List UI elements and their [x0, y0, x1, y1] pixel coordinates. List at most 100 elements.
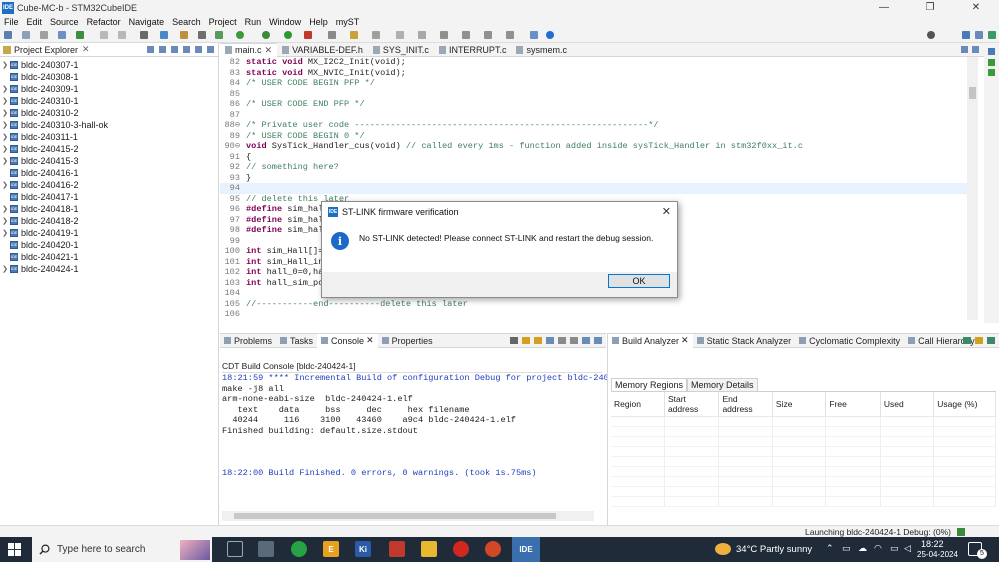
- project-tree-item[interactable]: bldc-240421-1: [0, 251, 218, 263]
- menu-item-window[interactable]: Window: [265, 17, 305, 27]
- code-line[interactable]: 88⊖/* Private user code ----------------…: [220, 120, 968, 131]
- maximize-button[interactable]: ❐: [907, 0, 953, 15]
- tab-console[interactable]: Console ✕: [317, 333, 378, 348]
- outline-icon[interactable]: [988, 59, 995, 66]
- expand-arrow-icon[interactable]: ❯: [0, 205, 10, 213]
- copy-icon[interactable]: [558, 337, 566, 344]
- subtab-memory-regions[interactable]: Memory Regions: [611, 378, 688, 391]
- expand-arrow-icon[interactable]: ❯: [0, 61, 10, 69]
- wifi-icon[interactable]: ◠: [874, 543, 882, 554]
- chevron-up-icon[interactable]: ⌃: [826, 543, 834, 554]
- sync-icon[interactable]: [975, 337, 983, 344]
- run-icon[interactable]: [262, 31, 270, 39]
- code-line[interactable]: 93}: [220, 173, 968, 184]
- ok-button[interactable]: OK: [608, 274, 670, 288]
- settings-icon[interactable]: [198, 31, 206, 39]
- menu-item-file[interactable]: File: [0, 17, 23, 27]
- info-icon[interactable]: [546, 31, 554, 39]
- code-line[interactable]: 86/* USER CODE END PFP */: [220, 99, 968, 110]
- whatsapp-app-icon[interactable]: [291, 541, 307, 557]
- expand-arrow-icon[interactable]: ❯: [0, 181, 10, 189]
- project-tree-item[interactable]: bldc-240417-1: [0, 191, 218, 203]
- expand-arrow-icon[interactable]: ❯: [0, 229, 10, 237]
- stm32cubeide-app-icon[interactable]: IDE: [512, 537, 540, 562]
- project-tree-item[interactable]: bldc-240308-1: [0, 71, 218, 83]
- project-tree-item[interactable]: ❯ bldc-240415-3: [0, 155, 218, 167]
- tab-close-icon[interactable]: ✕: [366, 335, 374, 346]
- column-header[interactable]: Size: [772, 392, 827, 417]
- project-tree-item[interactable]: ❯ bldc-240310-1: [0, 95, 218, 107]
- menu-item-project[interactable]: Project: [205, 17, 241, 27]
- terminal-icon[interactable]: [160, 31, 168, 39]
- task-view-icon[interactable]: [227, 541, 243, 557]
- scroll-thumb[interactable]: [234, 513, 556, 519]
- menu-item-search[interactable]: Search: [168, 17, 205, 27]
- project-tree-item[interactable]: ❯ bldc-240419-1: [0, 227, 218, 239]
- column-header[interactable]: Region: [611, 392, 665, 417]
- subtab-memory-details[interactable]: Memory Details: [687, 378, 758, 391]
- clock-time[interactable]: 18:22: [921, 539, 944, 549]
- tab-close-icon[interactable]: ✕: [681, 335, 689, 346]
- code-line[interactable]: 87: [220, 110, 968, 121]
- menu-item-edit[interactable]: Edit: [23, 17, 47, 27]
- column-header[interactable]: Free: [825, 392, 881, 417]
- link-editor-icon[interactable]: [159, 46, 166, 53]
- menu-item-navigate[interactable]: Navigate: [125, 17, 169, 27]
- menu-item-source[interactable]: Source: [46, 17, 83, 27]
- close-button[interactable]: ✕: [953, 0, 999, 15]
- expand-arrow-icon[interactable]: ❯: [0, 97, 10, 105]
- code-line[interactable]: 91{: [220, 152, 968, 163]
- expand-arrow-icon[interactable]: ❯: [0, 133, 10, 141]
- save-all-icon[interactable]: [40, 31, 48, 39]
- console-horizontal-scrollbar[interactable]: [222, 511, 594, 521]
- expand-arrow-icon[interactable]: ❯: [0, 265, 10, 273]
- minimize-view-icon[interactable]: [195, 46, 202, 53]
- project-tree-item[interactable]: bldc-240416-1: [0, 167, 218, 179]
- manage-config-icon[interactable]: [58, 31, 66, 39]
- menu-item-refactor[interactable]: Refactor: [83, 17, 125, 27]
- project-tree-item[interactable]: ❯ bldc-240310-3-hall-ok: [0, 119, 218, 131]
- code-line[interactable]: 90⊖ void SysTick_Handler_cus(void) // cal…: [220, 141, 968, 152]
- project-tree-item[interactable]: bldc-240420-1: [0, 239, 218, 251]
- cpp-perspective-icon[interactable]: [962, 31, 970, 39]
- column-header[interactable]: End address: [718, 392, 773, 417]
- editor-tab[interactable]: VARIABLE-DEF.h: [277, 43, 368, 57]
- menu-item-myst[interactable]: myST: [332, 17, 364, 27]
- code-line[interactable]: 85: [220, 89, 968, 100]
- powerpoint-app-icon[interactable]: [485, 541, 501, 557]
- save-icon[interactable]: [22, 31, 30, 39]
- new-icon[interactable]: [4, 31, 12, 39]
- project-tree-item[interactable]: ❯ bldc-240307-1: [0, 59, 218, 71]
- expand-arrow-icon[interactable]: ❯: [0, 157, 10, 165]
- expand-arrow-icon[interactable]: ❯: [0, 145, 10, 153]
- weather-icon[interactable]: [715, 543, 731, 555]
- editor-tab[interactable]: INTERRUPT.c: [434, 43, 512, 57]
- build-targets-icon[interactable]: [988, 69, 995, 76]
- display-console-icon[interactable]: [582, 337, 590, 344]
- code-line[interactable]: 83 static void MX_NVIC_Init(void);: [220, 68, 968, 79]
- project-tree-item[interactable]: ❯ bldc-240415-2: [0, 143, 218, 155]
- scroll-lock-icon[interactable]: [522, 337, 530, 344]
- build-icon[interactable]: [76, 31, 84, 39]
- export-icon[interactable]: [987, 337, 995, 344]
- expand-arrow-icon[interactable]: ❯: [0, 85, 10, 93]
- battery-icon[interactable]: ▭: [890, 543, 899, 554]
- minimize-editor-icon[interactable]: [988, 48, 995, 55]
- code-line[interactable]: 94: [220, 183, 968, 194]
- editor-vertical-scrollbar[interactable]: [967, 57, 978, 320]
- editor-tab[interactable]: main.c ✕: [220, 42, 278, 57]
- volume-icon[interactable]: ◁: [904, 543, 911, 554]
- refresh-icon[interactable]: [963, 337, 971, 344]
- menu-item-help[interactable]: Help: [305, 17, 332, 27]
- clock-date[interactable]: 25-04-2024: [917, 550, 958, 559]
- project-tree-item[interactable]: ❯ bldc-240310-2: [0, 107, 218, 119]
- search-icon[interactable]: [140, 31, 148, 39]
- code-line[interactable]: 89/* USER CODE BEGIN 0 */: [220, 131, 968, 142]
- edit-icon[interactable]: [372, 31, 380, 39]
- kicad-app-icon[interactable]: Ki: [355, 541, 371, 557]
- progress-icon[interactable]: [957, 528, 965, 536]
- run-play-icon[interactable]: [284, 31, 292, 39]
- editor-tab[interactable]: sysmem.c: [511, 43, 572, 57]
- opera-app-icon[interactable]: [453, 541, 469, 557]
- prev-annotation-icon[interactable]: [462, 31, 470, 39]
